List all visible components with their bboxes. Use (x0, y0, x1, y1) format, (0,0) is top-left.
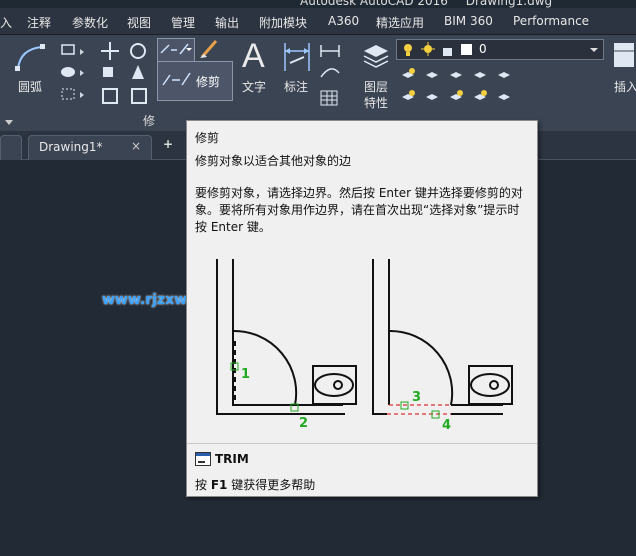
tooltip-desc-line1: 要修剪对象，请选择边界。然后按 Enter 键并选择要修剪的对 (195, 186, 523, 200)
tooltip-short-description: 修剪对象以适合其他对象的边 (195, 154, 352, 168)
annotation-tools-icons[interactable] (318, 39, 344, 107)
help-hint: 按 F1 键获得更多帮助 (195, 476, 315, 493)
tooltip-desc-line2: 象。要将所有对象用作边界，请在首次出现“选择对象”提示时 (195, 203, 520, 217)
tooltip-long-description: 要修剪对象，请选择边界。然后按 Enter 键并选择要修剪的对 象。要将所有对象… (195, 185, 530, 236)
tab-insert[interactable]: 入 (0, 14, 12, 31)
layer-properties-icon[interactable] (362, 41, 390, 69)
marker-2: 2 (299, 416, 308, 431)
trim-flyout-label: 修剪 (196, 75, 221, 89)
close-icon[interactable]: × (131, 139, 141, 153)
file-title: Drawing1.dwg (465, 0, 553, 8)
layer-state-icons (404, 42, 472, 56)
tooltip-title: 修剪 (195, 131, 220, 145)
tooltip-footer: TRIM 按 F1 键获得更多帮助 (187, 443, 537, 497)
dimension-button-label[interactable]: 标注 (284, 78, 308, 95)
insert-block-icon[interactable] (612, 41, 636, 71)
panel-expand-icon[interactable] (4, 119, 14, 127)
layer-current-value: 0 (479, 42, 487, 56)
tab-manage[interactable]: 管理 (171, 14, 195, 31)
tab-parametric[interactable]: 参数化 (72, 14, 108, 31)
title-bar: Autodesk AutoCAD 2016 Drawing1.dwg (0, 0, 636, 8)
start-tab[interactable] (0, 135, 22, 160)
layer-tools-icons[interactable] (398, 65, 518, 107)
arc-button-label[interactable]: 圆弧 (18, 78, 42, 95)
text-icon[interactable]: A (242, 37, 265, 76)
ribbon-tab-bar: 入 注释 参数化 视图 管理 输出 附加模块 A360 精选应用 BIM 360… (0, 8, 636, 35)
drawing-tab[interactable]: Drawing1* × (28, 135, 152, 160)
dimension-icon[interactable] (282, 41, 312, 73)
modify-panel-label[interactable]: 修 (143, 112, 155, 129)
illustration-after (372, 259, 513, 415)
draw-tools-icons[interactable] (58, 41, 90, 105)
text-button-label[interactable]: 文字 (242, 78, 266, 95)
marker-4: 4 (442, 418, 451, 433)
help-suffix: 键获得更多帮助 (227, 478, 316, 492)
trimmed-segments (387, 404, 451, 415)
tab-performance[interactable]: Performance (513, 14, 589, 28)
ribbon: 圆弧 A 文字 标注 图层 特性 0 插入 修 (0, 35, 636, 131)
insert-button-label[interactable]: 插入 (614, 78, 636, 95)
trim-illustration: 1 2 3 4 (216, 259, 513, 433)
new-tab-icon[interactable]: + (163, 137, 173, 151)
trim-tooltip: 修剪 修剪对象以适合其他对象的边 要修剪对象，请选择边界。然后按 Enter 键… (186, 120, 538, 497)
tab-featured-apps[interactable]: 精选应用 (376, 14, 424, 31)
illustration-before (216, 259, 357, 415)
tab-view[interactable]: 视图 (127, 14, 151, 31)
trim-icon (160, 43, 192, 55)
trim-icon (162, 72, 191, 86)
trim-flyout-button[interactable]: 修剪 (157, 61, 233, 101)
help-prefix: 按 (195, 478, 211, 492)
tooltip-desc-line3: 按 Enter 键。 (195, 220, 271, 234)
command-name: TRIM (215, 452, 249, 466)
command-line-icon (195, 452, 211, 466)
modify-tools-icons[interactable] (100, 39, 155, 109)
marker-1: 1 (241, 367, 250, 382)
layer-dropdown[interactable]: 0 (396, 39, 604, 60)
erase-icon[interactable] (198, 38, 222, 60)
trim-split-button[interactable] (157, 38, 195, 62)
tab-bim360[interactable]: BIM 360 (444, 14, 493, 28)
tab-annotate[interactable]: 注释 (27, 14, 51, 31)
tab-addins[interactable]: 附加模块 (259, 14, 307, 31)
layer-properties-line2[interactable]: 特性 (364, 94, 388, 111)
arc-icon[interactable] (14, 43, 48, 73)
layer-properties-line1[interactable]: 图层 (364, 78, 388, 95)
help-key: F1 (210, 478, 228, 492)
app-title: Autodesk AutoCAD 2016 (300, 0, 448, 8)
drawing-tab-label: Drawing1* (39, 140, 103, 154)
tab-a360[interactable]: A360 (328, 14, 359, 28)
chevron-down-icon (590, 48, 598, 52)
marker-3: 3 (412, 390, 421, 405)
tab-output[interactable]: 输出 (215, 14, 239, 31)
